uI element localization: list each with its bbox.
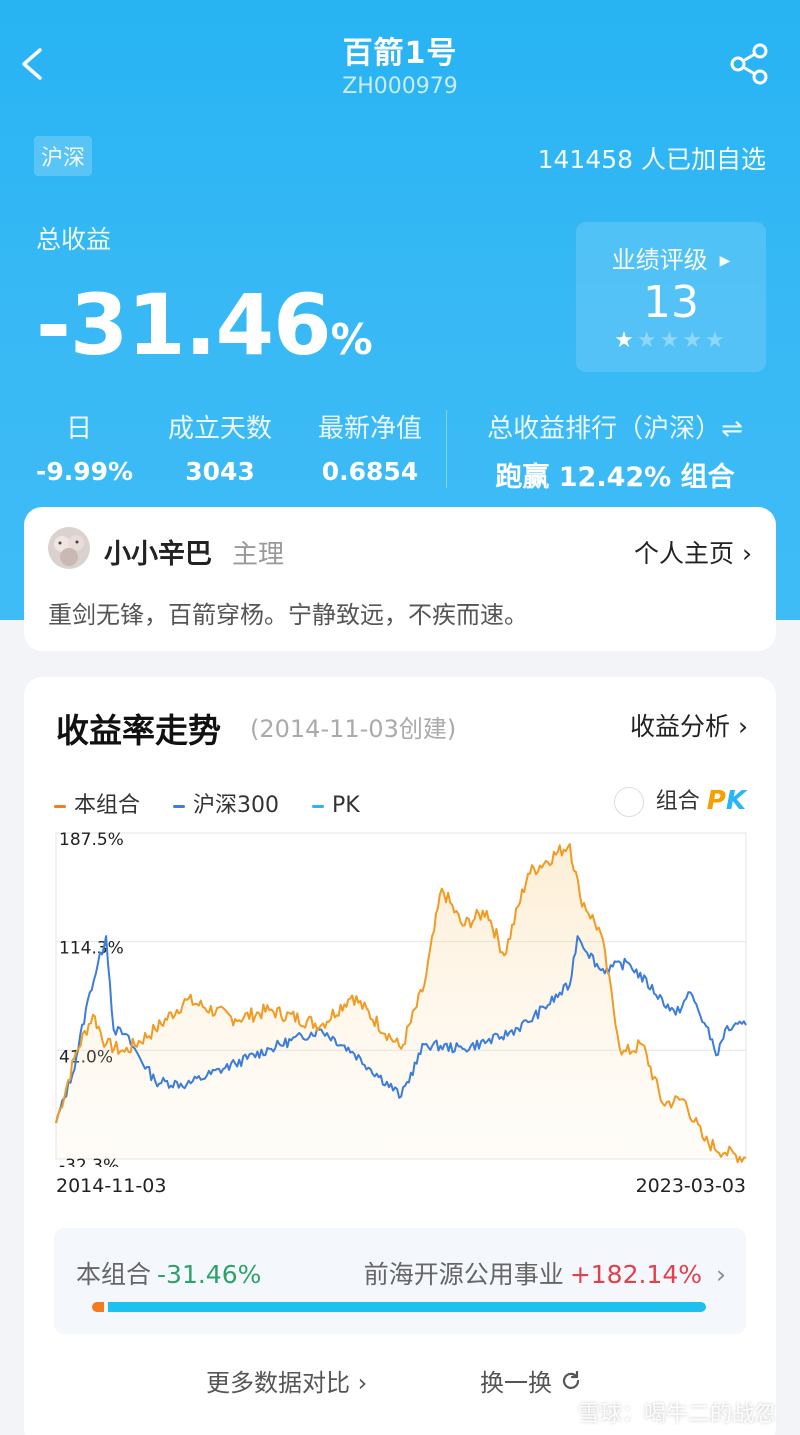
comparison-bar-right bbox=[108, 1302, 706, 1312]
stat-value: -9.99% bbox=[36, 457, 134, 486]
share-icon[interactable] bbox=[728, 42, 772, 86]
performance-rating-card[interactable]: 业绩评级 ▶ 13 ★★★★★ bbox=[576, 222, 766, 372]
comparison-left-value: -31.46% bbox=[157, 1260, 262, 1289]
manager-card: 小小辛巴 主理 个人主页 › 重剑无锋，百箭穿杨。宁静致远，不疾而速。 bbox=[24, 507, 776, 651]
x-axis-end-label: 2023-03-03 bbox=[635, 1175, 746, 1197]
comparison-right-value: +182.14% bbox=[569, 1260, 702, 1289]
avatar[interactable] bbox=[48, 527, 90, 569]
chart-title: 收益率走势 bbox=[56, 711, 221, 750]
stat-label: 最新净值 bbox=[317, 414, 422, 444]
comparison-right-label: 前海开源公用事业 bbox=[363, 1260, 564, 1289]
portfolio-code: ZH000979 bbox=[342, 74, 458, 99]
manager-role: 主理 bbox=[232, 540, 285, 570]
comparison-left: 本组合 -31.46% bbox=[76, 1255, 261, 1291]
legend-item-hs300: 沪深300 bbox=[173, 787, 279, 819]
rank-value: 跑赢 12.42% 组合 bbox=[495, 462, 735, 493]
star-empty-icon: ★ bbox=[682, 328, 706, 353]
stat-value: 0.6854 bbox=[321, 457, 419, 486]
return-trend-card: 收益率走势 (2014-11-03创建) 收益分析 › 本组合 沪深300 PK… bbox=[24, 677, 776, 1435]
x-axis-start-label: 2014-11-03 bbox=[56, 1175, 167, 1197]
switch-label: 换一换 bbox=[480, 1369, 552, 1397]
total-return-number: -31.46 bbox=[36, 276, 332, 374]
market-tag: 沪深 bbox=[34, 136, 93, 176]
triangle-right-icon: ▶ bbox=[719, 253, 731, 269]
rating-value: 13 bbox=[643, 277, 699, 328]
star-empty-icon: ★ bbox=[659, 328, 683, 353]
manager-name[interactable]: 小小辛巴 bbox=[104, 532, 212, 571]
total-return-label: 总收益 bbox=[36, 225, 112, 254]
legend-marker bbox=[312, 804, 325, 808]
portfolio-title: 百箭1号 bbox=[342, 36, 458, 71]
legend-item-portfolio: 本组合 bbox=[54, 787, 140, 819]
legend-marker bbox=[173, 804, 186, 808]
snowball-logo-icon bbox=[546, 1401, 572, 1429]
refresh-icon bbox=[560, 1370, 582, 1398]
return-chart[interactable]: 187.5%114.3%41.0%-32.3% bbox=[24, 827, 776, 1167]
switch-link[interactable]: 换一换 bbox=[480, 1363, 582, 1398]
pk-logo-k: K bbox=[725, 786, 746, 816]
rating-label-row: 业绩评级 ▶ bbox=[576, 240, 766, 275]
stat-nav: 最新净值 0.6854 bbox=[310, 408, 430, 486]
stat-value: 3043 bbox=[185, 457, 255, 486]
watermark-text: 雪球：喝牛二的战忽 bbox=[577, 1402, 776, 1427]
total-return-value: -31.46% bbox=[36, 276, 373, 374]
manager-motto: 重剑无锋，百箭穿杨。宁静致远，不疾而速。 bbox=[48, 601, 528, 629]
portfolio-area bbox=[56, 844, 746, 1163]
total-return-unit: % bbox=[330, 315, 373, 364]
rating-stars: ★★★★★ bbox=[576, 328, 766, 353]
return-rank[interactable]: 总收益排行（沪深）⇌ 跑赢 12.42% 组合 bbox=[460, 408, 770, 494]
rank-label: 总收益排行（沪深）⇌ bbox=[487, 414, 743, 444]
pk-radio[interactable] bbox=[613, 787, 644, 817]
comparison-bar bbox=[92, 1302, 706, 1312]
star-empty-icon: ★ bbox=[705, 328, 728, 353]
return-analysis-link[interactable]: 收益分析 › bbox=[630, 707, 748, 743]
stat-label: 成立天数 bbox=[167, 414, 272, 444]
legend-marker bbox=[54, 804, 66, 808]
chevron-right-icon: › bbox=[716, 1260, 726, 1289]
followers-count: 141458 人已加自选 bbox=[537, 145, 766, 174]
legend-label: 本组合 bbox=[74, 793, 141, 818]
rating-label: 业绩评级 bbox=[611, 246, 708, 274]
legend-item-pk: PK bbox=[312, 793, 360, 818]
pk-comparison[interactable]: 本组合 -31.46% 前海开源公用事业 +182.14% › bbox=[54, 1228, 746, 1334]
chart-created-date: (2014-11-03创建) bbox=[250, 715, 457, 743]
pk-logo: PK bbox=[707, 786, 746, 816]
y-tick-label: 187.5% bbox=[59, 830, 124, 850]
personal-homepage-link[interactable]: 个人主页 › bbox=[634, 534, 752, 570]
legend-label: 沪深300 bbox=[193, 793, 280, 818]
chart-legend: 本组合 沪深300 PK bbox=[54, 787, 386, 819]
y-tick-label: 114.3% bbox=[59, 939, 124, 959]
comparison-right: 前海开源公用事业 +182.14% › bbox=[364, 1255, 726, 1291]
pk-label: 组合 bbox=[655, 789, 700, 814]
more-data-compare-link[interactable]: 更多数据对比 › bbox=[206, 1363, 367, 1398]
portfolio-pk-toggle[interactable]: 组合 PK bbox=[613, 783, 746, 817]
watermark: 雪球：喝牛二的战忽 bbox=[546, 1396, 776, 1429]
stat-days: 成立天数 3043 bbox=[160, 408, 280, 486]
pk-logo-p: P bbox=[706, 786, 726, 816]
legend-label: PK bbox=[332, 793, 360, 818]
star-empty-icon: ★ bbox=[636, 328, 660, 353]
stat-label: 日 bbox=[65, 414, 92, 444]
comparison-left-label: 本组合 bbox=[76, 1260, 152, 1289]
stat-daily: 日 -9.99% bbox=[36, 408, 134, 486]
star-filled-icon: ★ bbox=[614, 328, 637, 353]
divider bbox=[446, 410, 447, 488]
comparison-bar-left bbox=[92, 1302, 105, 1312]
